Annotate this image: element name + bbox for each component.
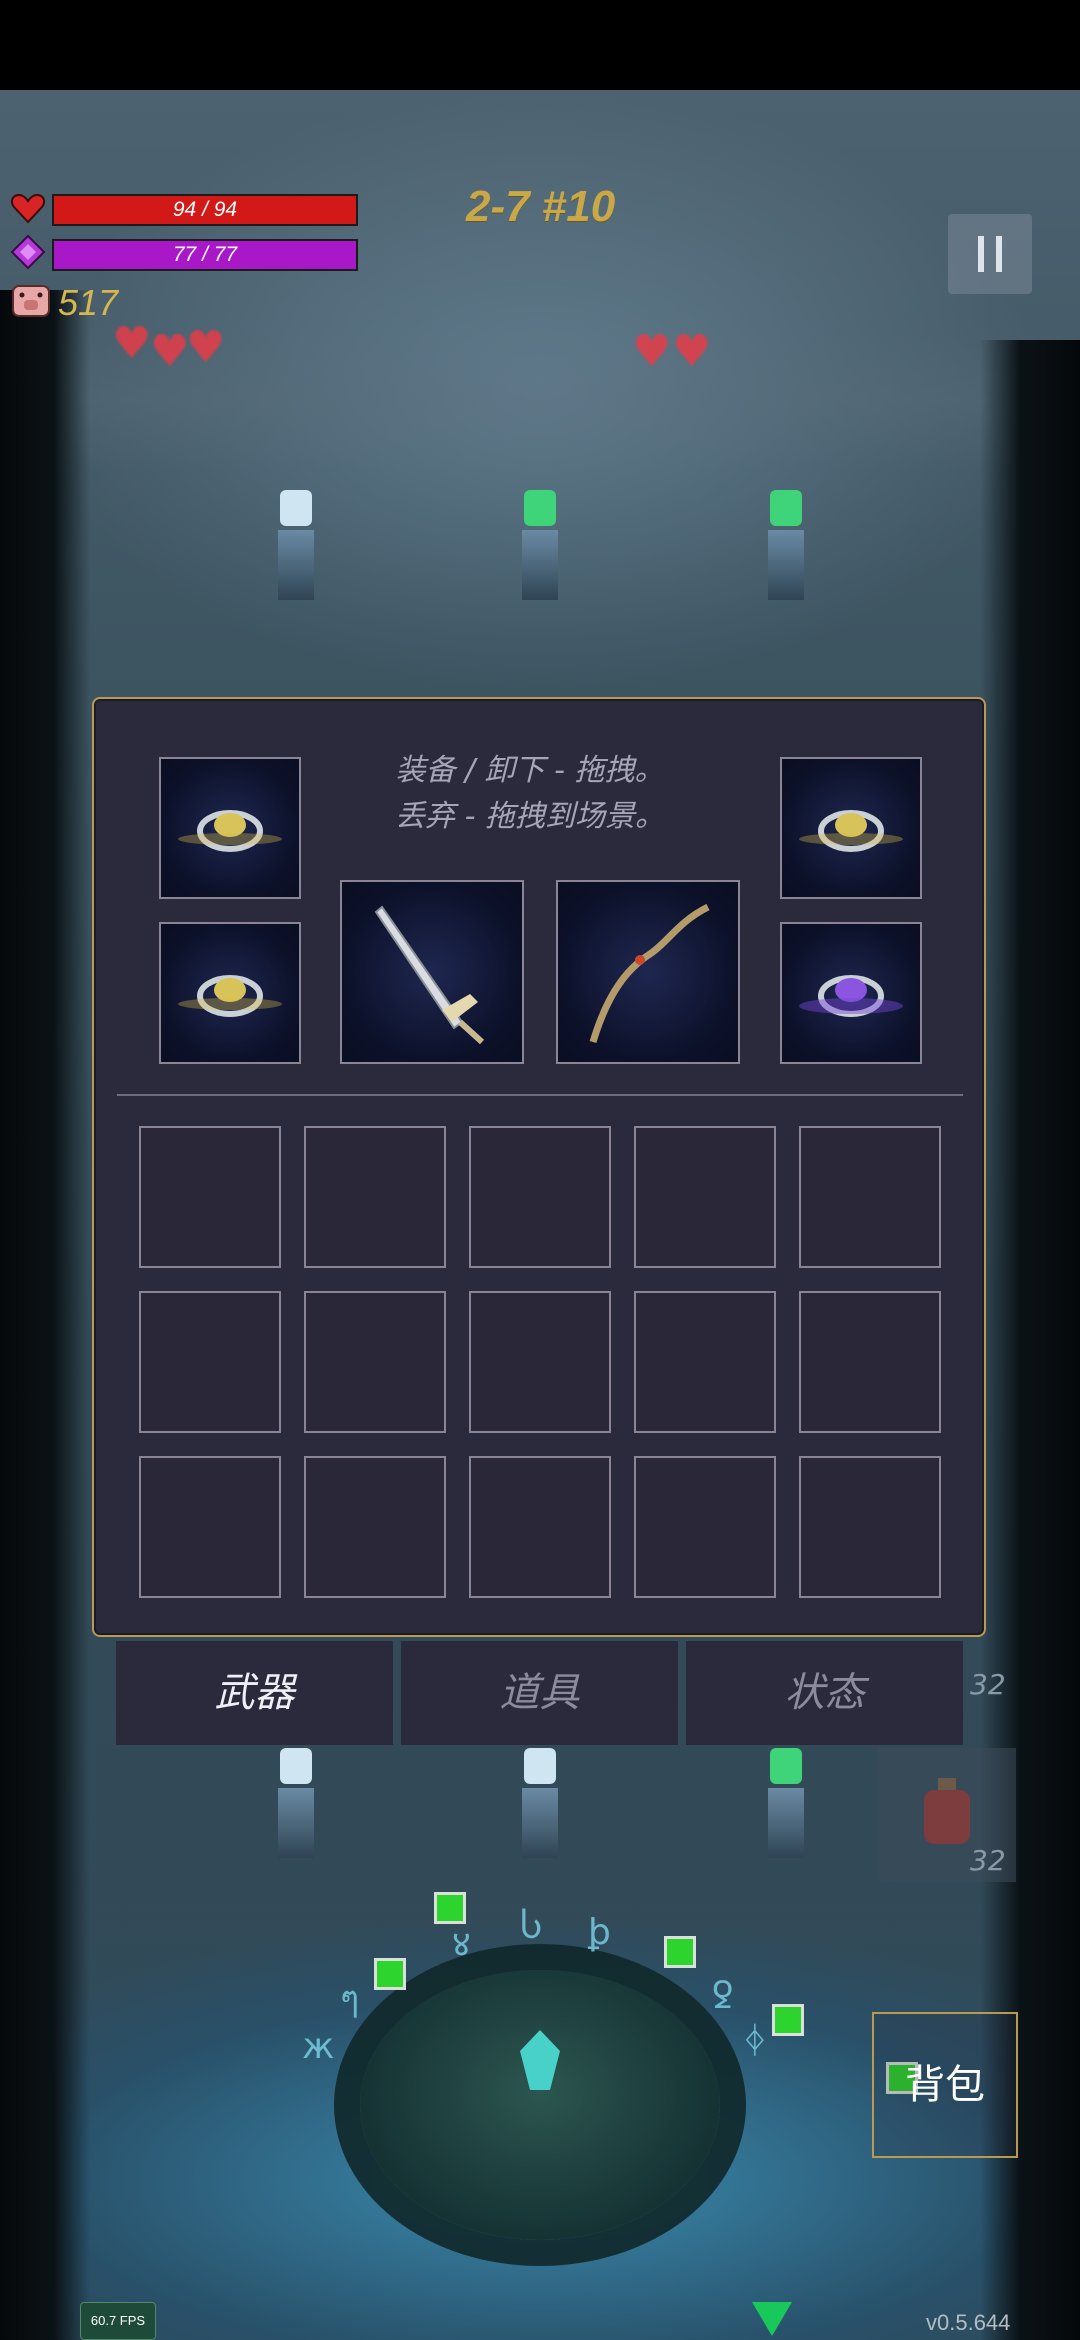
rune-icon: ꝧ	[588, 1912, 611, 1953]
tower[interactable]	[266, 490, 326, 610]
heart-icon: ♥	[112, 318, 152, 369]
inventory-slot[interactable]	[139, 1126, 281, 1268]
tower-base	[278, 1788, 314, 1858]
rune-icon: ᛄ	[744, 2020, 766, 2061]
minion	[772, 2004, 804, 2036]
potion-icon	[924, 1778, 970, 1844]
rune-icon: ४	[452, 1924, 471, 1965]
heart-icon: ♥	[672, 326, 712, 377]
pause-icon	[978, 236, 984, 272]
inventory-slot[interactable]	[634, 1456, 776, 1598]
inventory-slot[interactable]	[304, 1456, 446, 1598]
tower[interactable]	[756, 490, 816, 610]
inventory-slot[interactable]	[469, 1291, 611, 1433]
inventory-slot[interactable]	[139, 1291, 281, 1433]
bag-button[interactable]: 背包	[872, 2012, 1018, 2158]
gem-icon	[280, 1748, 312, 1784]
inventory-slot[interactable]	[469, 1456, 611, 1598]
gem-icon	[770, 1748, 802, 1784]
gem-icon	[770, 490, 802, 526]
equip-slot-ring-2[interactable]	[780, 757, 922, 899]
pause-icon	[996, 236, 1002, 272]
gold-ring-icon	[178, 810, 282, 852]
equip-slot-ring-1[interactable]	[159, 757, 301, 899]
purple-ring-icon	[799, 975, 903, 1017]
equip-slot-weapon-1[interactable]	[340, 880, 524, 1064]
inventory-slot[interactable]	[304, 1126, 446, 1268]
minion	[434, 1892, 466, 1924]
rune-icon: ꝿ	[712, 1976, 734, 2017]
tower[interactable]	[266, 1748, 326, 1868]
left-forest-edge	[0, 290, 90, 2340]
gem-icon	[524, 490, 556, 526]
minion	[664, 1936, 696, 1968]
tower-base	[768, 1788, 804, 1858]
tower[interactable]	[510, 1748, 570, 1868]
bow-icon	[589, 903, 710, 1044]
inventory-slot[interactable]	[634, 1291, 776, 1433]
tab-status[interactable]: 状态	[686, 1641, 963, 1745]
pig-icon	[12, 285, 50, 317]
mana-diamond-icon	[10, 234, 46, 270]
inventory-slot[interactable]	[139, 1456, 281, 1598]
tab-items[interactable]: 道具	[401, 1641, 678, 1745]
gold-ring-icon	[799, 810, 903, 852]
equip-slot-ring-3[interactable]	[159, 922, 301, 1064]
tower-base	[522, 530, 558, 600]
hint-discard: 丢弃 - 拖拽到场景。	[395, 799, 665, 834]
equip-slot-ring-4[interactable]	[780, 922, 922, 1064]
item-count: 32	[970, 1668, 1006, 1701]
version-label: v0.5.644	[926, 2310, 1011, 2335]
rune-icon: Ⴑ	[520, 1906, 543, 1947]
inventory-hint: 装备 / 卸下 - 拖拽。 丢弃 - 拖拽到场景。	[330, 748, 730, 840]
hint-equip: 装备 / 卸下 - 拖拽。	[395, 753, 665, 788]
rune-icon: ж	[302, 2026, 335, 2067]
gem-icon	[280, 490, 312, 526]
equip-slot-weapon-2[interactable]	[556, 880, 740, 1064]
item-count: 32	[970, 1844, 1006, 1877]
tab-weapons[interactable]: 武器	[116, 1641, 393, 1745]
tower[interactable]	[756, 1748, 816, 1868]
potion-slot[interactable]: 32	[878, 1748, 1016, 1882]
tower-base	[278, 530, 314, 600]
tower[interactable]	[510, 490, 570, 610]
summoning-circle	[360, 1970, 720, 2240]
inventory-slot[interactable]	[634, 1126, 776, 1268]
fps-counter: 60.7 FPS	[80, 2302, 156, 2340]
tower-base	[768, 530, 804, 600]
tower-base	[522, 1788, 558, 1858]
level-indicator: 2-7 #10	[466, 182, 616, 231]
rune-icon: ๆ	[340, 1979, 360, 2020]
greatsword-icon	[374, 905, 485, 1045]
pause-button[interactable]	[948, 214, 1032, 294]
inventory-slot[interactable]	[304, 1291, 446, 1433]
panel-divider	[117, 1094, 963, 1096]
heart-icon	[10, 193, 46, 224]
mana-bar: 77 / 77	[52, 239, 358, 271]
status-bar	[0, 0, 1080, 90]
minion	[374, 1958, 406, 1990]
heart-icon: ♥	[186, 322, 226, 373]
inventory-slot[interactable]	[799, 1291, 941, 1433]
health-bar: 94 / 94	[52, 194, 358, 226]
heart-icon: ♥	[632, 326, 672, 377]
heart-icon: ♥	[150, 326, 190, 377]
arrow-down-icon[interactable]	[752, 2302, 792, 2336]
inventory-slot[interactable]	[799, 1126, 941, 1268]
gem-icon	[524, 1748, 556, 1784]
gold-ring-icon	[178, 975, 282, 1017]
inventory-slot[interactable]	[469, 1126, 611, 1268]
gold-count: 517	[58, 282, 119, 323]
inventory-slot[interactable]	[799, 1456, 941, 1598]
